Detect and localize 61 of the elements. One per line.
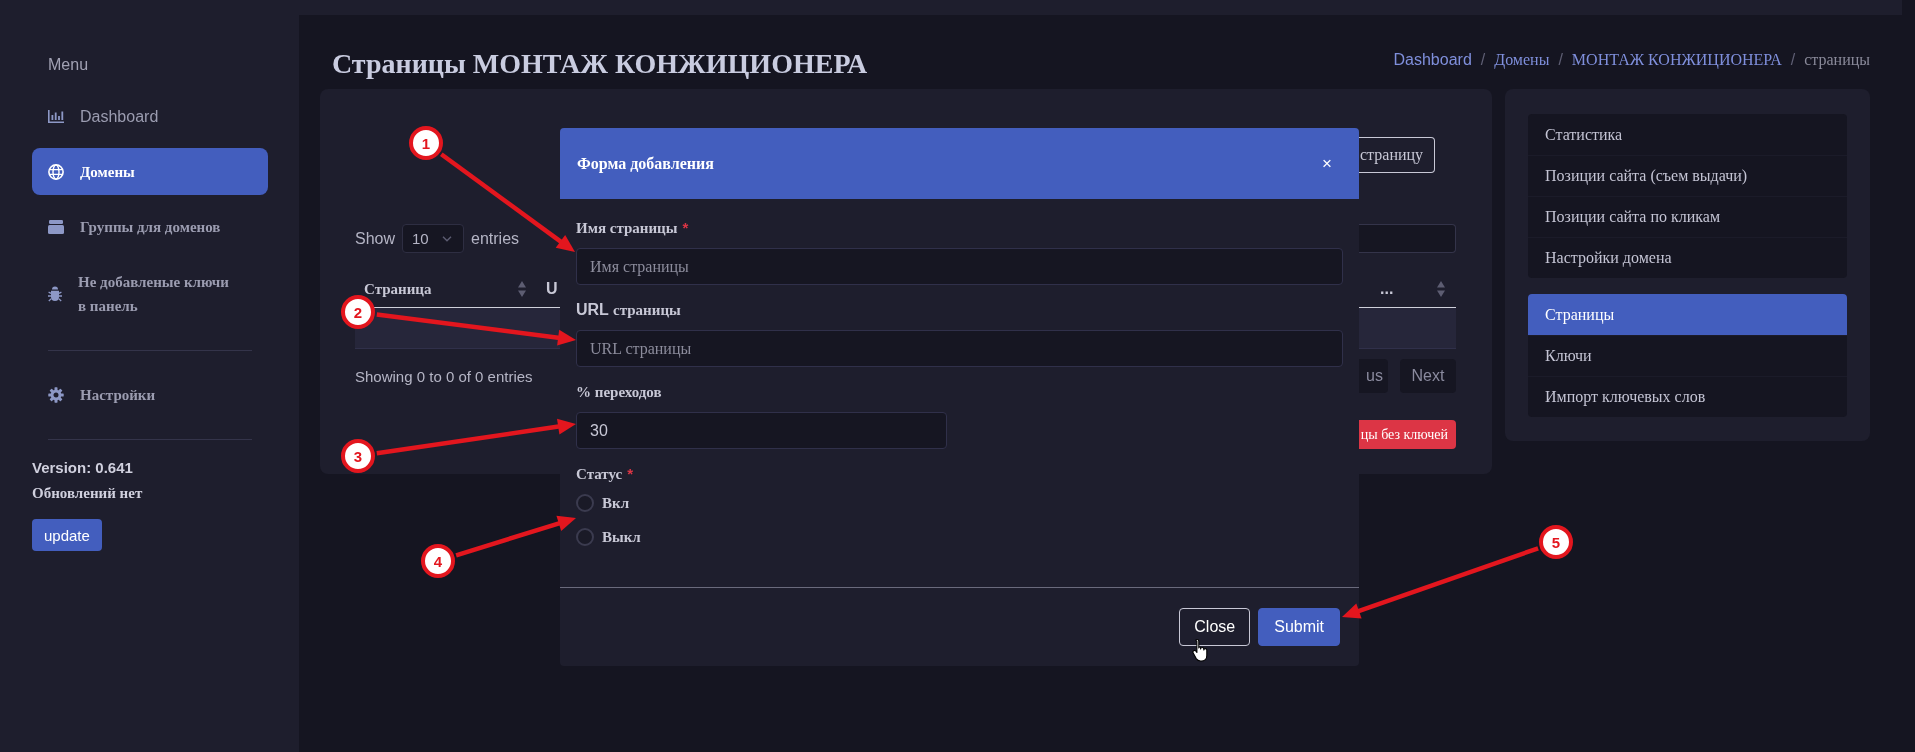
entries-label: entries xyxy=(471,229,520,248)
radio-label: Вкл xyxy=(602,494,630,512)
menu-list-item[interactable]: Страницы xyxy=(1528,294,1847,335)
required-mark: * xyxy=(682,218,689,238)
bug-icon xyxy=(48,285,62,302)
breadcrumb-link[interactable]: Dashboard xyxy=(1393,50,1472,70)
breadcrumb-link[interactable]: Домены xyxy=(1494,50,1550,70)
bar-chart-icon xyxy=(48,110,64,123)
submit-button[interactable]: Submit xyxy=(1258,608,1340,646)
menu-list-item[interactable]: Настройки домена xyxy=(1528,237,1847,278)
menu-list-item[interactable]: Позиции сайта по кликам xyxy=(1528,196,1847,237)
sort-icon xyxy=(518,280,526,297)
menu-heading: Menu xyxy=(47,55,90,75)
breadcrumb-separator: / xyxy=(1480,50,1486,70)
pages-without-keys-button[interactable]: цы без ключей xyxy=(1359,420,1456,449)
sidebar-item[interactable]: Не добавленые ключи в панель xyxy=(32,258,268,329)
breadcrumb-separator: / xyxy=(1790,50,1796,70)
sidebar-item[interactable]: Группы для доменов xyxy=(32,203,268,250)
next-page-button[interactable]: Next xyxy=(1400,359,1456,393)
sidebar-item[interactable]: Настройки xyxy=(32,371,268,418)
step-number-marker: 5 xyxy=(1539,525,1573,559)
breadcrumb-link[interactable]: МОНТАЖ КОНЖИЦИОНЕРА xyxy=(1571,50,1782,70)
box-icon xyxy=(48,219,64,234)
field-label: Имя страницы xyxy=(576,219,678,238)
page-title: Страницы МОНТАЖ КОНЖИЦИОНЕРА xyxy=(332,48,868,80)
sidebar-item[interactable]: Dashboard xyxy=(32,93,268,140)
close-button[interactable]: × xyxy=(1320,153,1334,174)
menu-list-item[interactable]: Позиции сайта (съем выдачи) xyxy=(1528,155,1847,196)
table-info: Showing 0 to 0 of 0 entries xyxy=(355,367,533,385)
breadcrumb-separator: / xyxy=(1558,50,1563,70)
field-label: URL страницы xyxy=(576,300,681,320)
update-button[interactable]: update xyxy=(32,519,102,551)
column-header[interactable]: U xyxy=(536,270,560,307)
radio-label: Выкл xyxy=(602,528,641,546)
text-input[interactable]: URL страницы xyxy=(576,330,1343,367)
field-label: Статус xyxy=(576,465,623,484)
globe-icon xyxy=(48,163,64,180)
search-field[interactable] xyxy=(1359,224,1456,253)
radio-button[interactable] xyxy=(576,494,594,512)
required-mark: * xyxy=(627,464,633,484)
menu-list-item[interactable]: Статистика xyxy=(1528,114,1847,155)
sidebar-item[interactable]: Домены xyxy=(32,148,268,195)
hand-cursor-icon xyxy=(1192,638,1210,662)
column-header[interactable]: ... xyxy=(1359,270,1456,307)
show-label: Show xyxy=(355,229,396,248)
previous-page-button[interactable]: us xyxy=(1359,359,1388,393)
entries-select[interactable]: 10 xyxy=(402,224,465,253)
chevron-down-icon xyxy=(442,235,453,242)
update-status: Обновлений нет xyxy=(32,484,144,503)
field-label: % переходов xyxy=(576,383,662,402)
number-input[interactable]: 30 xyxy=(576,412,947,449)
version-label: Version: 0.641 xyxy=(32,458,134,478)
menu-list-item[interactable]: Импорт ключевых слов xyxy=(1528,376,1847,417)
breadcrumb-current: страницы xyxy=(1804,50,1870,70)
text-input[interactable]: Имя страницы xyxy=(576,248,1343,285)
sort-icon xyxy=(1437,280,1445,297)
step-number-marker: 4 xyxy=(421,544,455,578)
settings-icon xyxy=(48,386,64,403)
modal-title: Форма добавления xyxy=(577,154,714,173)
menu-list-item[interactable]: Ключи xyxy=(1528,335,1847,376)
radio-button[interactable] xyxy=(576,528,594,546)
